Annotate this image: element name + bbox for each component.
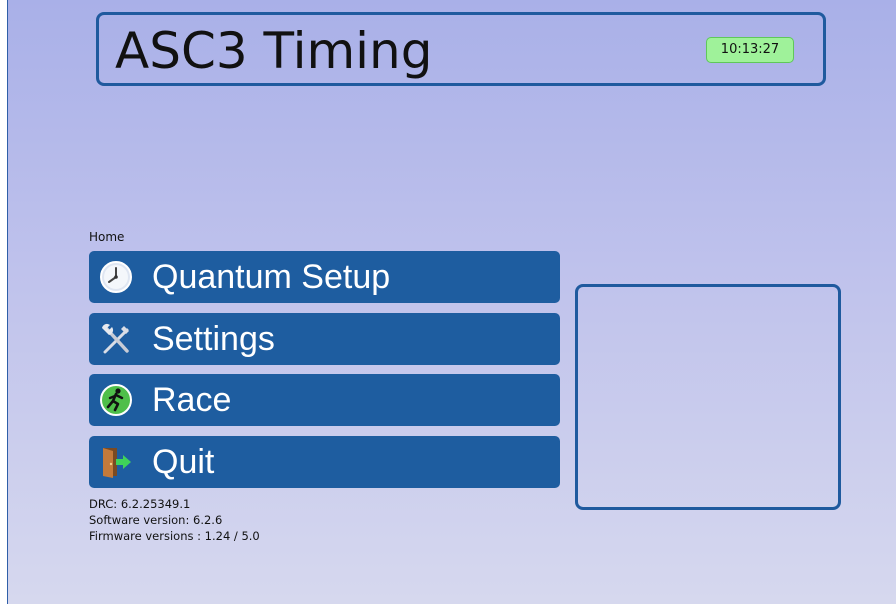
drc-version: DRC: 6.2.25349.1 [89,497,191,511]
clock-display: 10:13:27 [706,37,794,63]
settings-label: Settings [152,320,275,358]
header-box: ASC3 Timing 10:13:27 [96,12,826,86]
version-info: DRC: 6.2.25349.1 Software version: 6.2.6… [89,496,260,544]
quantum-setup-label: Quantum Setup [152,258,391,296]
quit-label: Quit [152,443,215,481]
exit-door-icon [103,448,131,478]
app-title: ASC3 Timing [115,22,433,80]
settings-button[interactable]: Settings [89,313,560,365]
clock-icon [100,261,132,293]
quantum-setup-button[interactable]: Quantum Setup [89,251,560,303]
left-window-edge [0,0,8,604]
runner-icon [100,384,132,416]
quit-button[interactable]: Quit [89,436,560,488]
race-label: Race [152,381,232,419]
empty-panel [575,284,841,510]
race-button[interactable]: Race [89,374,560,426]
breadcrumb: Home [89,230,125,244]
software-version: Software version: 6.2.6 [89,513,223,527]
tools-icon [102,323,129,354]
firmware-versions: Firmware versions : 1.24 / 5.0 [89,529,260,543]
